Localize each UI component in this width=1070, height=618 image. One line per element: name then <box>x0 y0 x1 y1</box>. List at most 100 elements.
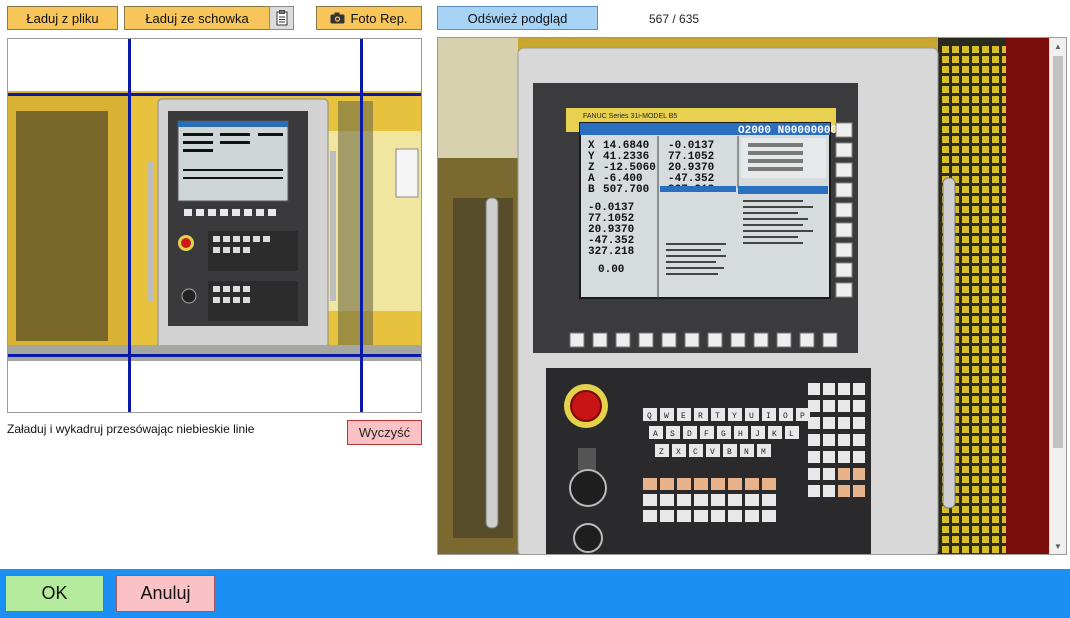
crop-line-top[interactable] <box>8 93 421 96</box>
keypad-key-label: P <box>800 412 805 421</box>
mesh-cell <box>992 96 999 103</box>
keypad-key <box>694 510 708 522</box>
mesh-cell <box>962 306 969 313</box>
mesh-cell <box>942 526 949 533</box>
mesh-cell <box>942 166 949 173</box>
mesh-cell <box>992 496 999 503</box>
mesh-cell <box>982 526 989 533</box>
keypad-key <box>838 434 850 446</box>
keypad-key <box>694 494 708 506</box>
mesh-cell <box>992 176 999 183</box>
mesh-cell <box>962 116 969 123</box>
program-number: O2000 N00000000 <box>738 125 837 137</box>
mesh-cell <box>962 186 969 193</box>
mesh-cell <box>992 196 999 203</box>
mesh-cell <box>972 306 979 313</box>
clipboard-paste-button[interactable] <box>269 6 294 30</box>
mesh-cell <box>962 46 969 53</box>
mesh-cell <box>962 326 969 333</box>
mesh-cell <box>942 106 949 113</box>
mesh-cell <box>982 76 989 83</box>
mesh-cell <box>982 216 989 223</box>
refresh-preview-button[interactable]: Odśwież podgląd <box>437 6 598 30</box>
mesh-cell <box>992 466 999 473</box>
mesh-cell <box>982 56 989 63</box>
keypad-key <box>711 510 725 522</box>
mesh-cell <box>982 46 989 53</box>
mesh-cell <box>972 166 979 173</box>
keypad-key <box>711 478 725 490</box>
load-from-file-button[interactable]: Ładuj z pliku <box>7 6 118 30</box>
mesh-cell <box>942 116 949 123</box>
clipboard-icon <box>276 10 287 26</box>
keypad-key <box>853 451 865 463</box>
load-from-clipboard-button[interactable]: Ładuj ze schowka <box>124 6 270 30</box>
mesh-cell <box>992 486 999 493</box>
mesh-cell <box>992 276 999 283</box>
mesh-cell <box>992 326 999 333</box>
mesh-cell <box>952 136 959 143</box>
mesh-cell <box>982 476 989 483</box>
mesh-cell <box>962 516 969 523</box>
mesh-cell <box>992 546 999 553</box>
keypad-key-label: U <box>749 412 754 421</box>
mesh-cell <box>992 456 999 463</box>
mesh-cell <box>992 236 999 243</box>
mesh-cell <box>972 446 979 453</box>
mesh-cell <box>962 206 969 213</box>
mesh-cell <box>992 476 999 483</box>
mesh-cell <box>992 446 999 453</box>
scroll-thumb[interactable] <box>1053 56 1063 448</box>
mesh-cell <box>972 176 979 183</box>
keypad-key <box>762 478 776 490</box>
mesh-cell <box>992 266 999 273</box>
keypad-key <box>823 451 835 463</box>
keypad-key-label: S <box>670 430 675 439</box>
mesh-cell <box>972 506 979 513</box>
mesh-cell <box>962 76 969 83</box>
mesh-cell <box>982 456 989 463</box>
mesh-cell <box>992 246 999 253</box>
mesh-cell <box>982 436 989 443</box>
mesh-cell <box>982 336 989 343</box>
mesh-cell <box>972 496 979 503</box>
photo-report-button[interactable]: Foto Rep. <box>316 6 422 30</box>
mesh-cell <box>992 406 999 413</box>
mesh-cell <box>982 176 989 183</box>
remaining-value: 327.218 <box>588 246 635 258</box>
mesh-cell <box>992 396 999 403</box>
scroll-down-arrow-icon[interactable]: ▼ <box>1050 538 1066 554</box>
mesh-cell <box>972 266 979 273</box>
mesh-cell <box>982 496 989 503</box>
mesh-cell <box>972 206 979 213</box>
ok-button[interactable]: OK <box>5 575 104 612</box>
crop-editor[interactable] <box>7 38 422 413</box>
keypad-key <box>745 510 759 522</box>
mesh-cell <box>962 446 969 453</box>
brand-label: FANUC Series 31i-MODEL B5 <box>583 113 677 120</box>
mesh-cell <box>962 436 969 443</box>
mesh-cell <box>972 296 979 303</box>
preview-scrollbar[interactable]: ▲ ▼ <box>1049 38 1066 554</box>
keypad-key <box>838 485 850 497</box>
keypad-key <box>823 383 835 395</box>
crop-line-bottom[interactable] <box>8 354 421 357</box>
keypad-key <box>808 383 820 395</box>
mesh-cell <box>972 326 979 333</box>
mesh-cell <box>982 346 989 353</box>
keypad-key <box>745 494 759 506</box>
keypad-key <box>660 478 674 490</box>
mesh-cell <box>962 66 969 73</box>
clear-button[interactable]: Wyczyść <box>347 420 422 445</box>
mesh-cell <box>982 196 989 203</box>
mesh-cell <box>982 226 989 233</box>
mesh-cell <box>982 466 989 473</box>
mesh-cell <box>952 106 959 113</box>
mesh-cell <box>972 516 979 523</box>
cancel-button[interactable]: Anuluj <box>116 575 215 612</box>
axis-label: B <box>588 184 595 196</box>
scroll-up-arrow-icon[interactable]: ▲ <box>1050 38 1066 54</box>
mesh-cell <box>972 486 979 493</box>
keypad-key <box>808 468 820 480</box>
preview-panel[interactable]: O2000 N00000000 FANUC Series 31i-MODEL B… <box>437 37 1067 555</box>
